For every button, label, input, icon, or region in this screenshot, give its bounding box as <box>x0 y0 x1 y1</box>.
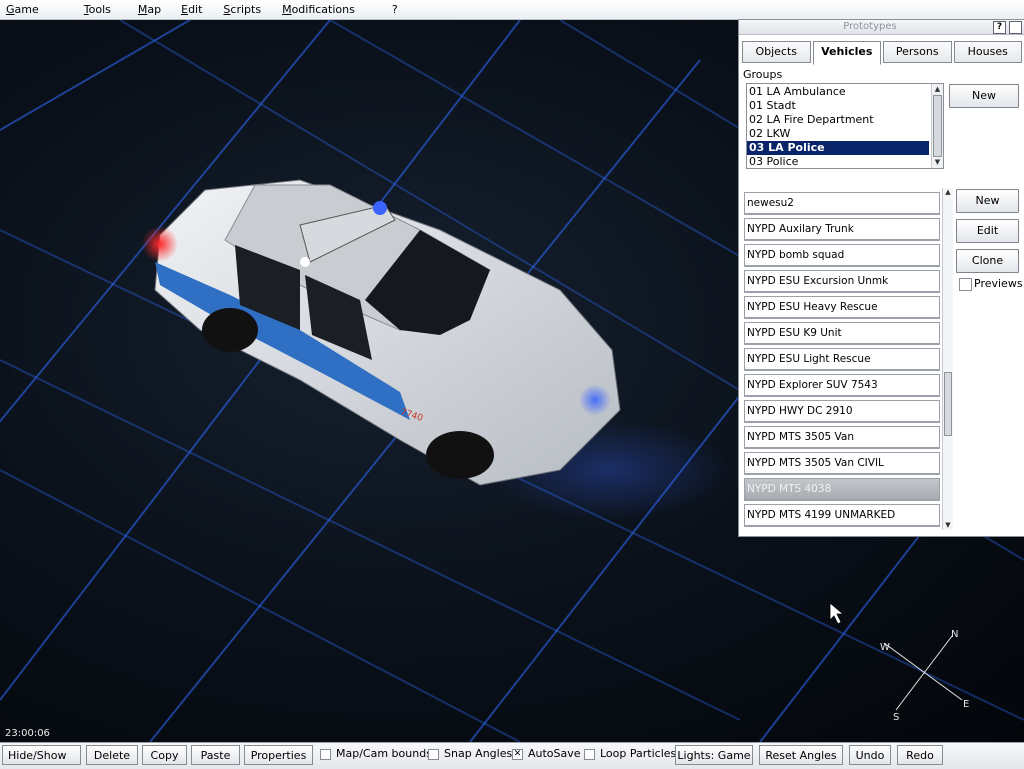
copy-button[interactable]: Copy <box>142 745 187 765</box>
loop-particles-label: Loop Particles <box>600 747 677 760</box>
compass-icon: N E S W <box>880 629 969 723</box>
autosave-label: AutoSave <box>528 747 581 760</box>
compass-s: S <box>893 712 899 723</box>
prototypes-titlebar[interactable]: Prototypes ? <box>739 20 1024 35</box>
loop-particles-checkbox[interactable] <box>584 749 595 760</box>
snap-angles-label: Snap Angles <box>444 747 513 760</box>
vehicle-item[interactable]: NYPD MTS 3505 Van CIVIL <box>744 452 940 475</box>
compass-w: W <box>880 642 890 653</box>
scroll-down-icon[interactable]: ▼ <box>943 521 953 530</box>
vehicle-item[interactable]: NYPD Explorer SUV 7543 <box>744 374 940 397</box>
vehicle-item[interactable]: NYPD ESU K9 Unit <box>744 322 940 345</box>
snap-angles-checkbox[interactable] <box>428 749 439 760</box>
menu-modifications[interactable]: Modifications <box>276 0 364 19</box>
tab-houses[interactable]: Houses <box>953 41 1022 63</box>
menu-game[interactable]: Game <box>0 0 48 19</box>
time-readout: 23:00:06 <box>5 728 50 739</box>
vehicle-item[interactable]: NYPD Auxilary Trunk <box>744 218 940 241</box>
group-item[interactable]: 03 Police <box>747 155 929 168</box>
menu-map[interactable]: Map <box>132 0 170 19</box>
vehicle-item-selected[interactable]: NYPD MTS 4038 <box>744 478 940 501</box>
scroll-thumb[interactable] <box>944 372 952 436</box>
vehicle-item[interactable]: newesu2 <box>744 192 940 215</box>
edit-button[interactable]: Edit <box>956 219 1019 243</box>
vehicle-item[interactable]: NYPD bomb squad <box>744 244 940 267</box>
vehicle-list[interactable]: newesu2 NYPD Auxilary Trunk NYPD bomb sq… <box>744 188 941 530</box>
autosave-checkbox[interactable]: ✕ <box>512 749 523 760</box>
police-car-model[interactable]: 7740 <box>142 179 730 520</box>
mouse-cursor-icon <box>829 602 845 625</box>
vehicle-item[interactable]: NYPD MTS 4199 UNMARKED <box>744 504 940 527</box>
hide-show-button[interactable]: Hide/Show <box>2 745 81 765</box>
scroll-up-icon[interactable]: ▲ <box>932 85 943 94</box>
undo-button[interactable]: Undo <box>849 745 891 765</box>
reset-angles-button[interactable]: Reset Angles <box>759 745 843 765</box>
prototypes-title: Prototypes <box>843 21 897 32</box>
paste-button[interactable]: Paste <box>191 745 240 765</box>
tab-vehicles[interactable]: Vehicles <box>812 41 881 65</box>
group-item[interactable]: 01 LA Ambulance <box>747 85 929 99</box>
previews-label: Previews <box>974 277 1023 290</box>
group-item[interactable]: 01 Stadt <box>747 99 929 113</box>
previews-checkbox[interactable] <box>959 278 972 291</box>
prototypes-panel: Prototypes ? Objects Vehicles Persons Ho… <box>738 19 1024 537</box>
menu-scripts[interactable]: Scripts <box>217 0 270 19</box>
redo-button[interactable]: Redo <box>897 745 943 765</box>
vehicle-new-button[interactable]: New <box>956 189 1019 213</box>
groups-scrollbar[interactable]: ▲ ▼ <box>931 84 943 168</box>
map-cam-bounds-label: Map/Cam bounds <box>336 747 432 760</box>
menu-bar: Game Tools Map Edit Scripts Modification… <box>0 0 1024 20</box>
group-item[interactable]: 02 LKW <box>747 127 929 141</box>
groups-label: Groups <box>743 68 783 81</box>
tab-persons[interactable]: Persons <box>883 41 952 63</box>
scroll-up-icon[interactable]: ▲ <box>943 188 953 197</box>
group-item[interactable]: 02 LA Fire Department <box>747 113 929 127</box>
groups-list[interactable]: 01 LA Ambulance 01 Stadt 02 LA Fire Depa… <box>746 83 944 169</box>
window-toggle-icon[interactable] <box>1009 21 1022 34</box>
group-new-button[interactable]: New <box>949 84 1019 108</box>
compass-n: N <box>951 629 958 640</box>
menu-edit[interactable]: Edit <box>175 0 211 19</box>
scroll-down-icon[interactable]: ▼ <box>932 158 943 167</box>
vehicle-item[interactable]: NYPD ESU Heavy Rescue <box>744 296 940 319</box>
clone-button[interactable]: Clone <box>956 249 1019 273</box>
map-cam-bounds-checkbox[interactable] <box>320 749 331 760</box>
vehicle-item[interactable]: NYPD ESU Light Rescue <box>744 348 940 371</box>
scroll-thumb[interactable] <box>933 95 942 157</box>
prototype-tabs: Objects Vehicles Persons Houses <box>742 41 1024 65</box>
vehicle-scrollbar[interactable]: ▲ ▼ <box>942 188 953 530</box>
bottom-toolbar: Hide/Show Delete Copy Paste Properties M… <box>0 742 1024 769</box>
compass-e: E <box>963 699 969 710</box>
tab-objects[interactable]: Objects <box>742 41 811 63</box>
group-item-selected[interactable]: 03 LA Police <box>747 141 929 155</box>
vehicle-item[interactable]: NYPD MTS 3505 Van <box>744 426 940 449</box>
vehicle-item[interactable]: NYPD ESU Excursion Unmk <box>744 270 940 293</box>
menu-tools[interactable]: Tools <box>78 0 120 19</box>
properties-button[interactable]: Properties <box>244 745 313 765</box>
lights-button[interactable]: Lights: Game <box>675 745 753 765</box>
delete-button[interactable]: Delete <box>86 745 138 765</box>
menu-help[interactable]: ? <box>386 0 407 19</box>
vehicle-item[interactable]: NYPD HWY DC 2910 <box>744 400 940 423</box>
help-button[interactable]: ? <box>993 21 1006 34</box>
